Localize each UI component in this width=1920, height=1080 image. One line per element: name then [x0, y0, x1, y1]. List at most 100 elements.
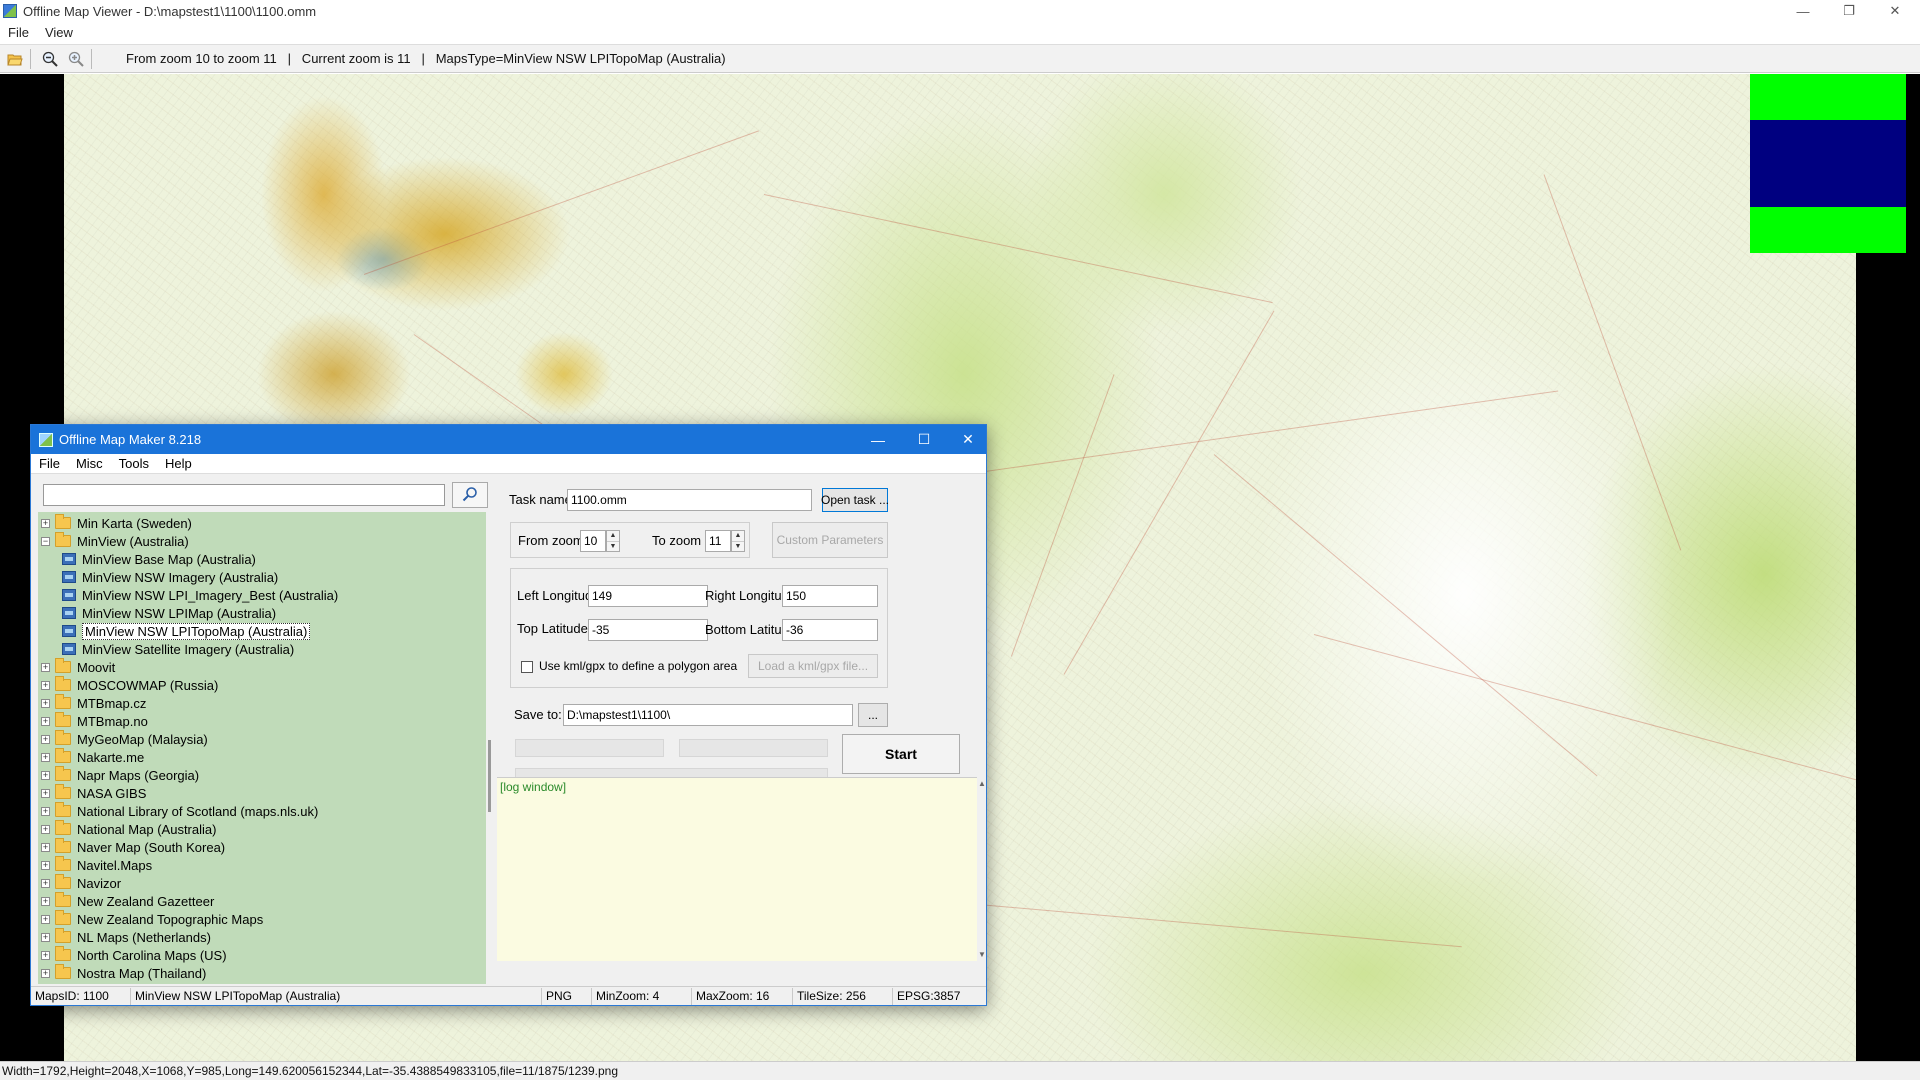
- task-name-field[interactable]: 1100.omm: [567, 489, 812, 511]
- tree-folder-item[interactable]: + MTBmap.no: [38, 712, 486, 730]
- dialog-menu-tools[interactable]: Tools: [111, 456, 157, 471]
- expand-icon[interactable]: +: [41, 680, 50, 690]
- expand-icon[interactable]: +: [41, 518, 50, 528]
- tree-item-label: New Zealand Topographic Maps: [77, 911, 264, 927]
- spin-up-icon[interactable]: ▲: [732, 531, 744, 542]
- tree-folder-item[interactable]: + MTBmap.cz: [38, 694, 486, 712]
- map-source-tree[interactable]: + Min Karta (Sweden) − MinView (Australia) M…: [38, 512, 486, 984]
- tree-folder-item[interactable]: + New Zealand Gazetteer: [38, 892, 486, 910]
- minimize-icon[interactable]: —: [1780, 0, 1826, 22]
- tree-folder-item[interactable]: + Min Karta (Sweden): [38, 514, 486, 532]
- save-to-field[interactable]: D:\mapstest1\1100\: [563, 704, 853, 726]
- spin-down-icon[interactable]: ▼: [607, 542, 619, 552]
- scroll-down-icon[interactable]: ▼: [978, 950, 986, 959]
- expand-icon[interactable]: +: [41, 878, 50, 888]
- spin-down-icon[interactable]: ▼: [732, 542, 744, 552]
- menu-file[interactable]: File: [0, 25, 37, 40]
- to-zoom-stepper[interactable]: ▲ ▼: [731, 530, 745, 552]
- bottom-latitude-field[interactable]: -36: [782, 619, 878, 641]
- restore-icon[interactable]: ❐: [1826, 0, 1872, 22]
- close-icon[interactable]: ✕: [1872, 0, 1918, 22]
- expand-icon[interactable]: +: [41, 950, 50, 960]
- dialog-maximize-icon[interactable]: ☐: [901, 425, 947, 454]
- tree-map-item[interactable]: MinView Base Map (Australia): [38, 550, 486, 568]
- expand-icon[interactable]: +: [41, 734, 50, 744]
- dialog-menu-misc[interactable]: Misc: [68, 456, 111, 471]
- tree-folder-item[interactable]: − MinView (Australia): [38, 532, 486, 550]
- expand-icon[interactable]: +: [41, 896, 50, 906]
- tree-folder-item[interactable]: + Navizor: [38, 874, 486, 892]
- log-window[interactable]: [log window]: [497, 777, 977, 961]
- spin-up-icon[interactable]: ▲: [607, 531, 619, 542]
- tree-item-label: MinView NSW Imagery (Australia): [82, 569, 279, 585]
- to-zoom-field[interactable]: 11: [705, 530, 731, 552]
- from-zoom-field[interactable]: 10: [580, 530, 606, 552]
- search-input[interactable]: [43, 484, 445, 506]
- expand-icon[interactable]: +: [41, 716, 50, 726]
- dialog-menu-file[interactable]: File: [31, 456, 68, 471]
- left-longitude-field[interactable]: 149: [588, 585, 708, 607]
- collapse-icon[interactable]: −: [41, 536, 50, 546]
- zoom-out-icon[interactable]: [39, 48, 61, 70]
- color-legend-block: [1750, 74, 1906, 253]
- expand-icon[interactable]: +: [41, 824, 50, 834]
- tree-item-label: National Map (Australia): [77, 821, 217, 837]
- right-longitude-field[interactable]: 150: [782, 585, 878, 607]
- scroll-up-icon[interactable]: ▲: [978, 779, 986, 788]
- custom-parameters-button[interactable]: Custom Parameters: [772, 522, 888, 558]
- dialog-menu-help[interactable]: Help: [157, 456, 200, 471]
- tree-folder-item[interactable]: + Navitel.Maps: [38, 856, 486, 874]
- search-button[interactable]: [452, 482, 488, 508]
- expand-icon[interactable]: +: [41, 770, 50, 780]
- tree-item-label: New Zealand Gazetteer: [77, 893, 215, 909]
- expand-icon[interactable]: +: [41, 932, 50, 942]
- expand-icon[interactable]: +: [41, 806, 50, 816]
- expand-icon[interactable]: +: [41, 788, 50, 798]
- load-kml-button[interactable]: Load a kml/gpx file...: [748, 654, 878, 678]
- tree-folder-item[interactable]: + Napr Maps (Georgia): [38, 766, 486, 784]
- tree-folder-item[interactable]: + National Library of Scotland (maps.nls.…: [38, 802, 486, 820]
- tree-folder-item[interactable]: + National Map (Australia): [38, 820, 486, 838]
- expand-icon[interactable]: +: [41, 842, 50, 852]
- dialog-title-bar[interactable]: Offline Map Maker 8.218 — ☐ ✕: [31, 425, 986, 454]
- expand-icon[interactable]: +: [41, 860, 50, 870]
- tree-folder-item[interactable]: + NL Maps (Netherlands): [38, 928, 486, 946]
- expand-icon[interactable]: +: [41, 914, 50, 924]
- tree-folder-item[interactable]: + Nostra Map (Thailand): [38, 964, 486, 982]
- tree-folder-item[interactable]: + Naver Map (South Korea): [38, 838, 486, 856]
- top-latitude-label: Top Latitude: [517, 621, 588, 636]
- open-task-button[interactable]: Open task ...: [821, 488, 889, 512]
- dialog-close-icon[interactable]: ✕: [945, 425, 991, 454]
- tree-folder-item[interactable]: + Moovit: [38, 658, 486, 676]
- open-folder-icon[interactable]: [4, 48, 26, 70]
- kml-polygon-checkbox[interactable]: [521, 661, 533, 673]
- menu-view[interactable]: View: [37, 25, 81, 40]
- tree-folder-item[interactable]: + New Zealand Topographic Maps: [38, 910, 486, 928]
- tree-scrollbar-thumb[interactable]: [488, 740, 491, 812]
- folder-icon: [55, 892, 71, 907]
- top-latitude-field[interactable]: -35: [588, 619, 708, 641]
- tree-folder-item[interactable]: + Nakarte.me: [38, 748, 486, 766]
- expand-icon[interactable]: +: [41, 698, 50, 708]
- tree-scrollbar[interactable]: [486, 512, 494, 984]
- tree-map-item[interactable]: MinView NSW Imagery (Australia): [38, 568, 486, 586]
- tree-folder-item[interactable]: + North Carolina Maps (US): [38, 946, 486, 964]
- tree-item-label: Naver Map (South Korea): [77, 839, 226, 855]
- tree-folder-item[interactable]: + MOSCOWMAP (Russia): [38, 676, 486, 694]
- tree-map-item[interactable]: MinView NSW LPIMap (Australia): [38, 604, 486, 622]
- tree-folder-item[interactable]: + MyGeoMap (Malaysia): [38, 730, 486, 748]
- tree-map-item[interactable]: MinView Satellite Imagery (Australia): [38, 640, 486, 658]
- from-zoom-stepper[interactable]: ▲ ▼: [606, 530, 620, 552]
- tree-map-item[interactable]: MinView NSW LPI_Imagery_Best (Australia): [38, 586, 486, 604]
- expand-icon[interactable]: +: [41, 968, 50, 978]
- status-maps-id: MapsID: 1100: [31, 987, 131, 1005]
- expand-icon[interactable]: +: [41, 662, 50, 672]
- expand-icon[interactable]: +: [41, 752, 50, 762]
- browse-folder-button[interactable]: ...: [858, 703, 888, 727]
- tree-map-item[interactable]: MinView NSW LPITopoMap (Australia): [38, 622, 486, 640]
- start-button[interactable]: Start: [842, 734, 960, 774]
- zoom-in-icon[interactable]: [65, 48, 87, 70]
- dialog-minimize-icon[interactable]: —: [855, 425, 901, 454]
- tree-folder-item[interactable]: + NASA GIBS: [38, 784, 486, 802]
- log-scrollbar[interactable]: ▲ ▼: [978, 777, 986, 961]
